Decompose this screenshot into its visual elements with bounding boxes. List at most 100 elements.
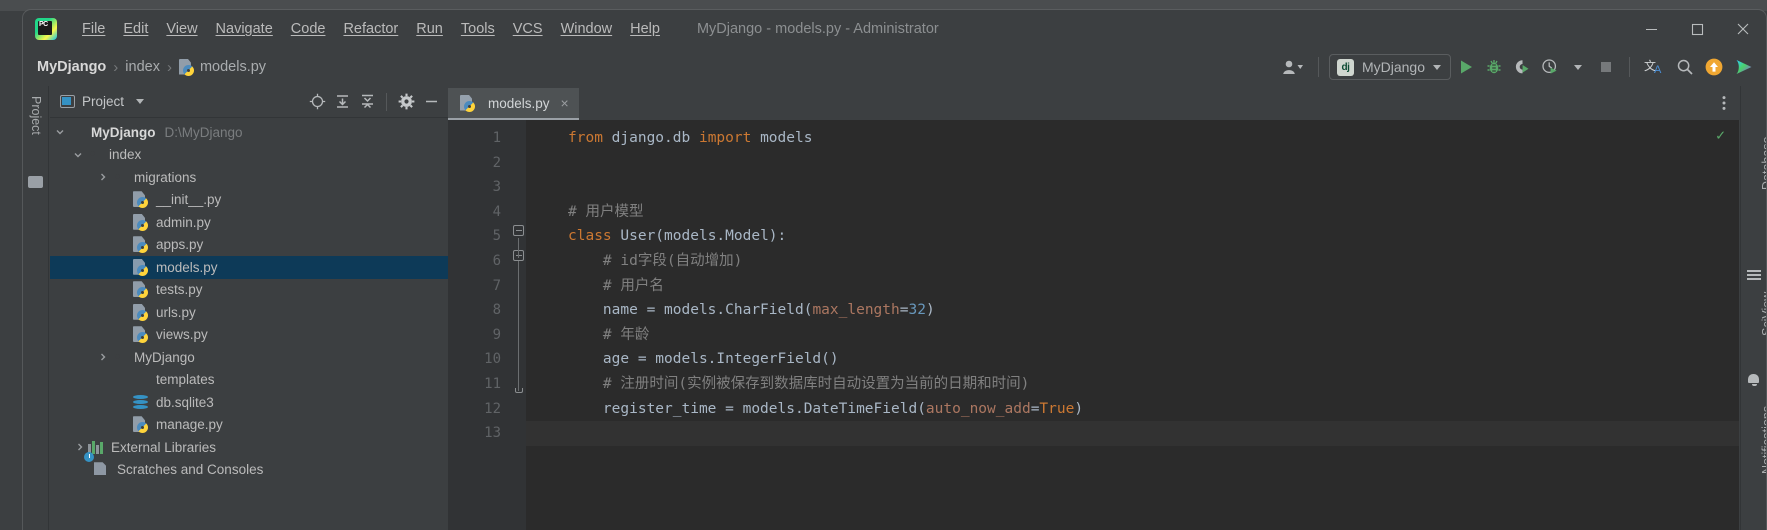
tree-row-tests-py[interactable]: tests.py — [50, 279, 448, 302]
tool-window-notifications[interactable]: Notifications — [1760, 406, 1766, 474]
chevron-down-icon[interactable] — [136, 99, 145, 104]
menu-label-view: View — [166, 21, 198, 37]
menu-item-tools[interactable]: Tools — [452, 18, 504, 40]
close-button[interactable] — [1720, 10, 1766, 48]
chevron-right-icon[interactable] — [95, 169, 111, 185]
breadcrumb-separator: › — [166, 58, 172, 76]
tool-window-database[interactable]: Database — [1760, 136, 1766, 190]
breadcrumb-index[interactable]: index — [125, 59, 160, 75]
folder-icon[interactable] — [28, 176, 43, 188]
tree-row-apps-py[interactable]: apps.py — [50, 234, 448, 257]
menu-item-help[interactable]: Help — [621, 18, 669, 40]
hide-panel-button[interactable] — [420, 91, 442, 113]
left-tool-stripe: Project — [23, 86, 49, 530]
fold-region-line — [518, 238, 519, 258]
tree-label: External Libraries — [111, 439, 217, 455]
breadcrumb-file[interactable]: models.py — [178, 58, 266, 76]
breadcrumb-project[interactable]: MyDjango — [37, 59, 106, 75]
templates-folder-icon — [133, 371, 150, 388]
tree-row-mydjango[interactable]: MyDjango D:\MyDjango — [50, 121, 448, 144]
chevron-down-icon[interactable] — [52, 124, 68, 140]
search-icon[interactable] — [1672, 54, 1698, 80]
tree-row-db-sqlite3[interactable]: db.sqlite3 — [50, 391, 448, 414]
menu-item-view[interactable]: View — [157, 18, 206, 40]
chevron-down-icon[interactable] — [70, 147, 86, 163]
tree-row-templates[interactable]: templates — [50, 369, 448, 392]
run-coverage-button[interactable] — [1509, 54, 1535, 80]
tree-label: models.py — [156, 259, 218, 275]
line-number: 3 — [492, 179, 501, 196]
update-arrow-icon[interactable] — [1700, 54, 1728, 80]
breadcrumb-label-index: index — [125, 59, 160, 75]
window-title: MyDjango - models.py - Administrator — [696, 21, 939, 37]
tree-row-scratches-and-consoles[interactable]: Scratches and Consoles — [50, 452, 448, 482]
fold-marker-class[interactable] — [513, 225, 524, 236]
window-left-gutter — [0, 11, 22, 530]
menu-item-edit[interactable]: Edit — [114, 18, 157, 40]
user-account-icon[interactable] — [1278, 54, 1308, 80]
menu-item-code[interactable]: Code — [282, 18, 335, 40]
line-number: 8 — [492, 302, 501, 319]
editor-tab-models-py[interactable]: models.py × — [448, 88, 579, 120]
tree-row-external-libraries[interactable]: External Libraries — [50, 436, 448, 459]
tool-window-project[interactable]: Project — [29, 96, 43, 135]
gradient-play-icon[interactable] — [1730, 54, 1758, 80]
profile-button[interactable] — [1537, 54, 1563, 80]
svg-text:A: A — [1654, 64, 1662, 76]
code-line-1: from django.db import models — [568, 130, 813, 146]
code-line-8: name = models.CharField(max_length=32) — [568, 302, 935, 319]
source-folder-icon — [86, 146, 103, 163]
menu-label-help: Help — [630, 21, 660, 37]
menu-item-vcs[interactable]: VCS — [504, 18, 552, 40]
navigation-bar: MyDjango › index › models.py dj MyDjango… — [23, 48, 1766, 86]
comment-register-time: # 注册时间(实例被保存到数据库时自动设置为当前的日期和时间) — [568, 375, 1030, 392]
run-button[interactable] — [1453, 54, 1479, 80]
locate-target-icon[interactable] — [306, 91, 328, 113]
tree-row-migrations[interactable]: migrations — [50, 166, 448, 189]
tree-row-init-py[interactable]: __init__.py — [50, 189, 448, 212]
minimize-button[interactable] — [1628, 10, 1674, 48]
inspection-status-icon[interactable]: ✓ — [1716, 126, 1725, 144]
menu-label-run: Run — [416, 21, 443, 37]
collapse-all-icon[interactable] — [356, 91, 378, 113]
panel-divider — [386, 92, 387, 111]
editor-options-button[interactable] — [1715, 86, 1733, 120]
menu-item-file[interactable]: File — [73, 18, 114, 40]
tree-label: apps.py — [156, 237, 204, 253]
menu-item-window[interactable]: Window — [552, 18, 622, 40]
line-number: 12 — [484, 400, 501, 417]
tree-label: MyDjango — [134, 349, 195, 365]
tree-label: __init__.py — [156, 192, 222, 208]
tree-row-views-py[interactable]: views.py — [50, 324, 448, 347]
code-folding-gutter[interactable] — [511, 120, 526, 530]
python-file-icon — [133, 303, 150, 321]
chevron-right-icon[interactable] — [95, 349, 111, 365]
close-icon[interactable]: × — [561, 95, 569, 111]
maximize-button[interactable] — [1674, 10, 1720, 48]
menu-item-navigate[interactable]: Navigate — [207, 18, 282, 40]
tree-row-admin-py[interactable]: admin.py — [50, 211, 448, 234]
tree-row-mydjango-package[interactable]: MyDjango — [50, 346, 448, 369]
line-number: 1 — [492, 130, 501, 146]
tree-row-models-py[interactable]: models.py — [50, 256, 448, 279]
translate-icon[interactable]: 文 A — [1640, 54, 1670, 80]
stop-button[interactable] — [1593, 54, 1619, 80]
run-configuration-selector[interactable]: dj MyDjango — [1328, 54, 1451, 80]
tree-row-manage-py[interactable]: manage.py — [50, 414, 448, 437]
code-editor[interactable]: 1 2 3 4 5 6 7 8 9 10 11 12 13 from djang… — [448, 120, 1739, 530]
code-content[interactable]: from django.db import models # 用户模型 clas… — [526, 120, 1739, 530]
menu-item-refactor[interactable]: Refactor — [334, 18, 407, 40]
tool-window-sciview[interactable]: SciView — [1760, 292, 1766, 336]
tree-label: admin.py — [156, 214, 211, 230]
run-options-dropdown[interactable] — [1565, 54, 1591, 80]
line-number: 9 — [492, 326, 501, 343]
menu-label-code: Code — [290, 21, 326, 37]
menu-item-run[interactable]: Run — [407, 18, 452, 40]
menu-label-refactor: Refactor — [343, 21, 399, 37]
debug-button[interactable] — [1481, 54, 1507, 80]
gear-icon[interactable] — [395, 91, 417, 113]
tree-row-index[interactable]: index — [50, 144, 448, 167]
tree-row-urls-py[interactable]: urls.py — [50, 301, 448, 324]
expand-all-icon[interactable] — [331, 91, 353, 113]
